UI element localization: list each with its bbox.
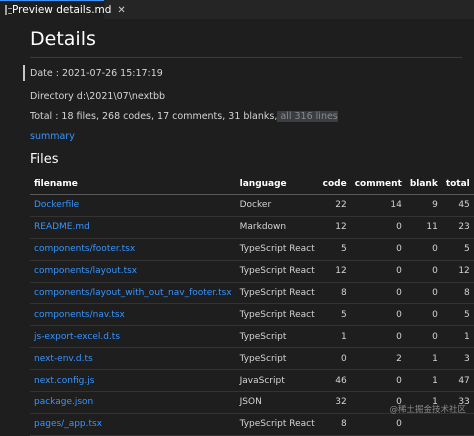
cell-comment: 0	[350, 238, 406, 261]
cell-code: 1	[318, 325, 351, 349]
file-link[interactable]: README.md	[30, 216, 236, 239]
cell-total: 5	[441, 238, 474, 261]
tab-bar: Preview details.md ✕	[0, 0, 474, 19]
cell-code: 0	[318, 347, 351, 371]
file-link[interactable]: Dockerfile	[30, 194, 236, 217]
file-link[interactable]: components/layout.tsx	[30, 260, 236, 283]
cell-total: 3	[441, 347, 474, 371]
cell-total: 47	[441, 369, 474, 393]
file-link[interactable]: components/nav.tsx	[30, 303, 236, 327]
cell-language: TypeScript React	[235, 282, 319, 305]
table-row: components/footer.tsx TypeScript React 5 0 0…	[30, 238, 474, 261]
header-code: code	[318, 174, 351, 195]
cell-language: JSON	[235, 391, 319, 414]
table-row: pages/_app.tsx TypeScript React 8 0	[30, 413, 474, 436]
tab-title: Preview details.md	[12, 4, 112, 16]
table-row: components/layout_with_out_nav_footer.ts…	[30, 282, 474, 305]
cell-blank: 1	[405, 347, 442, 371]
cell-blank: 0	[405, 260, 442, 283]
header-total: total	[441, 174, 474, 195]
cell-comment: 2	[350, 347, 406, 371]
preview-content: Details Date : 2021-07-26 15:17:19 Direc…	[0, 19, 474, 436]
file-link[interactable]: next-env.d.ts	[30, 347, 236, 371]
cell-blank: 0	[405, 325, 442, 349]
file-link[interactable]: components/footer.tsx	[30, 238, 236, 261]
cell-comment: 0	[350, 369, 406, 393]
tab-preview-details[interactable]: Preview details.md ✕	[0, 0, 126, 19]
table-row: README.md Markdown 12 0 11 23	[30, 216, 474, 239]
preview-icon	[5, 5, 12, 15]
cell-blank: 11	[405, 216, 442, 239]
cell-blank	[405, 413, 442, 436]
close-icon[interactable]: ✕	[117, 5, 125, 16]
file-link[interactable]: pages/_app.tsx	[30, 413, 236, 436]
watermark: @稀土掘金技术社区	[389, 405, 466, 415]
files-table: filename language code comment blank tot…	[30, 174, 474, 436]
cell-blank: 9	[405, 194, 442, 217]
table-row: next-env.d.ts TypeScript 0 2 1 3	[30, 347, 474, 371]
total-highlight: all 316 lines	[277, 111, 338, 122]
cell-language: TypeScript React	[235, 413, 319, 436]
header-blank: blank	[405, 174, 442, 195]
cell-total: 1	[441, 325, 474, 349]
file-link[interactable]: next.config.js	[30, 369, 236, 393]
cell-code: 8	[318, 282, 351, 305]
cell-total: 23	[441, 216, 474, 239]
cell-language: TypeScript React	[235, 238, 319, 261]
total-text: Total : 18 files, 268 codes, 17 comments…	[30, 111, 338, 122]
cell-code: 12	[318, 260, 351, 283]
cell-language: TypeScript	[235, 347, 319, 371]
table-row: js-export-excel.d.ts TypeScript 1 0 0 1	[30, 325, 474, 349]
cell-language: Markdown	[235, 216, 319, 239]
page-title: Details	[30, 28, 96, 50]
table-row: Dockerfile Docker 22 14 9 45	[30, 194, 474, 217]
total-main: Total : 18 files, 268 codes, 17 comments…	[30, 111, 278, 122]
cell-total	[441, 413, 474, 436]
title-divider	[30, 57, 462, 58]
cell-code: 5	[318, 238, 351, 261]
cell-comment: 0	[350, 216, 406, 239]
cell-comment: 0	[350, 413, 406, 436]
cell-comment: 0	[350, 260, 406, 283]
header-comment: comment	[350, 174, 406, 195]
cell-language: TypeScript	[235, 325, 319, 349]
cell-code: 12	[318, 216, 351, 239]
table-header-row: filename language code comment blank tot…	[30, 174, 474, 195]
cell-language: JavaScript	[235, 369, 319, 393]
blockquote-bar	[23, 65, 25, 81]
cell-language: TypeScript React	[235, 303, 319, 327]
cell-comment: 14	[350, 194, 406, 217]
table-row: components/layout.tsx TypeScript React 12 0…	[30, 260, 474, 283]
cell-comment: 0	[350, 282, 406, 305]
file-link[interactable]: js-export-excel.d.ts	[30, 325, 236, 349]
cell-total: 45	[441, 194, 474, 217]
cell-total: 8	[441, 282, 474, 305]
date-text: Date : 2021-07-26 15:17:19	[30, 68, 163, 79]
table-row: components/nav.tsx TypeScript React 5 0 0 5	[30, 303, 474, 327]
cell-total: 12	[441, 260, 474, 283]
cell-language: TypeScript React	[235, 260, 319, 283]
summary-link[interactable]: summary	[30, 131, 75, 142]
cell-blank: 0	[405, 238, 442, 261]
table-row: next.config.js JavaScript 46 0 1 47	[30, 369, 474, 393]
cell-code: 8	[318, 413, 351, 436]
cell-code: 46	[318, 369, 351, 393]
cell-code: 32	[318, 391, 351, 414]
cell-blank: 0	[405, 303, 442, 327]
cell-code: 5	[318, 303, 351, 327]
directory-text: Directory d:\2021\07\nextbb	[30, 91, 166, 102]
header-filename: filename	[30, 174, 236, 195]
cell-blank: 0	[405, 282, 442, 305]
cell-code: 22	[318, 194, 351, 217]
files-heading: Files	[30, 152, 59, 167]
file-link[interactable]: components/layout_with_out_nav_footer.ts…	[30, 282, 236, 305]
cell-comment: 0	[350, 325, 406, 349]
cell-language: Docker	[235, 194, 319, 217]
cell-comment: 0	[350, 303, 406, 327]
file-link[interactable]: package.json	[30, 391, 236, 414]
cell-total: 5	[441, 303, 474, 327]
header-language: language	[235, 174, 319, 195]
cell-blank: 1	[405, 369, 442, 393]
